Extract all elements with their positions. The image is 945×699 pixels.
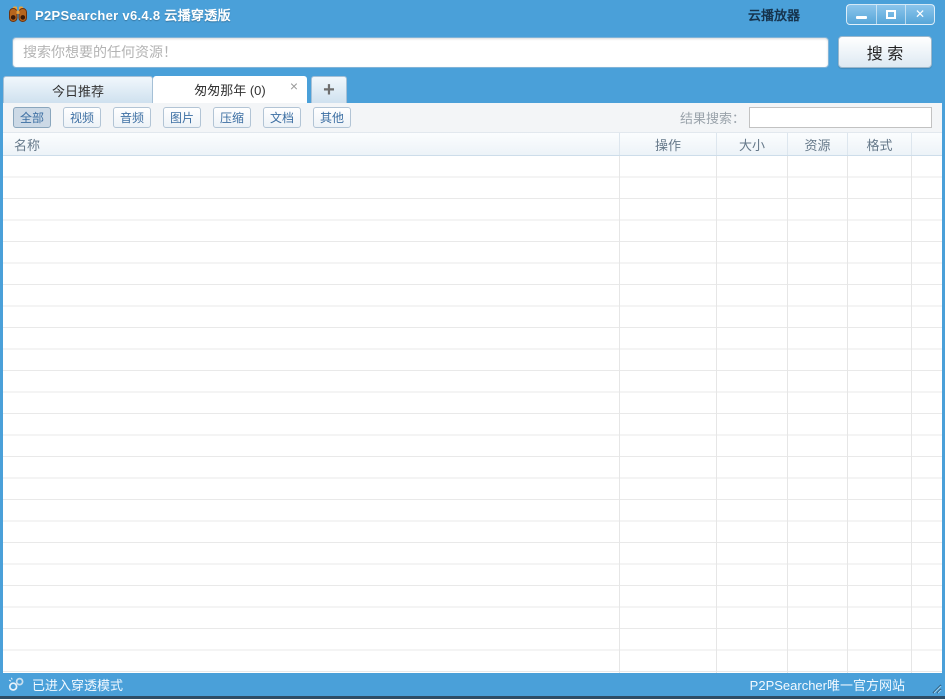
tab-close-icon[interactable]: × (290, 79, 298, 93)
app-logo-binoculars-icon (8, 6, 28, 23)
column-divider (716, 156, 717, 673)
tab-today-recommend[interactable]: 今日推荐 (3, 76, 153, 103)
close-icon: ✕ (915, 8, 925, 20)
tab-strip: 今日推荐 匆匆那年 (0) × + (0, 76, 945, 103)
filter-document-button[interactable]: 文档 (263, 107, 301, 128)
cloud-player-label[interactable]: 云播放器 (748, 5, 800, 24)
filter-all-button[interactable]: 全部 (13, 107, 51, 128)
filter-audio-button[interactable]: 音频 (113, 107, 151, 128)
titlebar: P2PSearcher v6.4.8 云播穿透版 云播放器 ✕ (0, 0, 945, 28)
column-divider (847, 156, 848, 673)
status-text: 已进入穿透模式 (32, 675, 123, 694)
app-window: P2PSearcher v6.4.8 云播穿透版 云播放器 ✕ 搜 索 今日推荐 (0, 0, 945, 699)
close-button[interactable]: ✕ (905, 5, 934, 24)
search-input[interactable] (12, 37, 829, 68)
titlebar-right: 云播放器 ✕ (748, 4, 935, 25)
filter-toolbar: 全部 视频 音频 图片 压缩 文档 其他 结果搜索： (3, 103, 942, 132)
new-tab-button[interactable]: + (311, 76, 347, 103)
column-header-filler (912, 133, 942, 155)
column-header-size[interactable]: 大小 (717, 133, 788, 155)
column-header-format[interactable]: 格式 (848, 133, 912, 155)
result-search-label: 结果搜索： (680, 108, 745, 127)
minimize-icon (856, 16, 867, 19)
result-search-input[interactable] (749, 107, 932, 128)
column-divider (911, 156, 912, 673)
plus-icon: + (323, 79, 335, 102)
column-header-source[interactable]: 资源 (788, 133, 848, 155)
window-title: P2PSearcher v6.4.8 云播穿透版 (35, 5, 231, 24)
column-divider (787, 156, 788, 673)
tab-label: 今日推荐 (52, 81, 104, 100)
column-header-action[interactable]: 操作 (620, 133, 717, 155)
column-divider (619, 156, 620, 673)
status-bar: 已进入穿透模式 P2PSearcher唯一官方网站 (0, 673, 945, 696)
maximize-icon (886, 10, 896, 19)
content-area: 全部 视频 音频 图片 压缩 文档 其他 结果搜索： 名称 操作 大小 资源 格… (3, 103, 942, 673)
search-button[interactable]: 搜 索 (838, 36, 932, 68)
chain-link-icon (8, 677, 25, 692)
result-search: 结果搜索： (680, 107, 932, 128)
search-bar: 搜 索 (0, 28, 945, 76)
maximize-button[interactable] (876, 5, 905, 24)
minimize-button[interactable] (847, 5, 876, 24)
filter-video-button[interactable]: 视频 (63, 107, 101, 128)
column-header-name[interactable]: 名称 (3, 133, 620, 155)
filter-other-button[interactable]: 其他 (313, 107, 351, 128)
filter-image-button[interactable]: 图片 (163, 107, 201, 128)
tab-search-result[interactable]: 匆匆那年 (0) × (153, 76, 307, 103)
results-table-header: 名称 操作 大小 资源 格式 (3, 132, 942, 156)
window-controls: ✕ (846, 4, 935, 25)
filter-archive-button[interactable]: 压缩 (213, 107, 251, 128)
official-site-label[interactable]: P2PSearcher唯一官方网站 (750, 675, 905, 694)
results-table-body[interactable] (3, 156, 942, 673)
resize-grip-icon[interactable] (929, 681, 942, 694)
tab-label: 匆匆那年 (0) (194, 80, 266, 99)
